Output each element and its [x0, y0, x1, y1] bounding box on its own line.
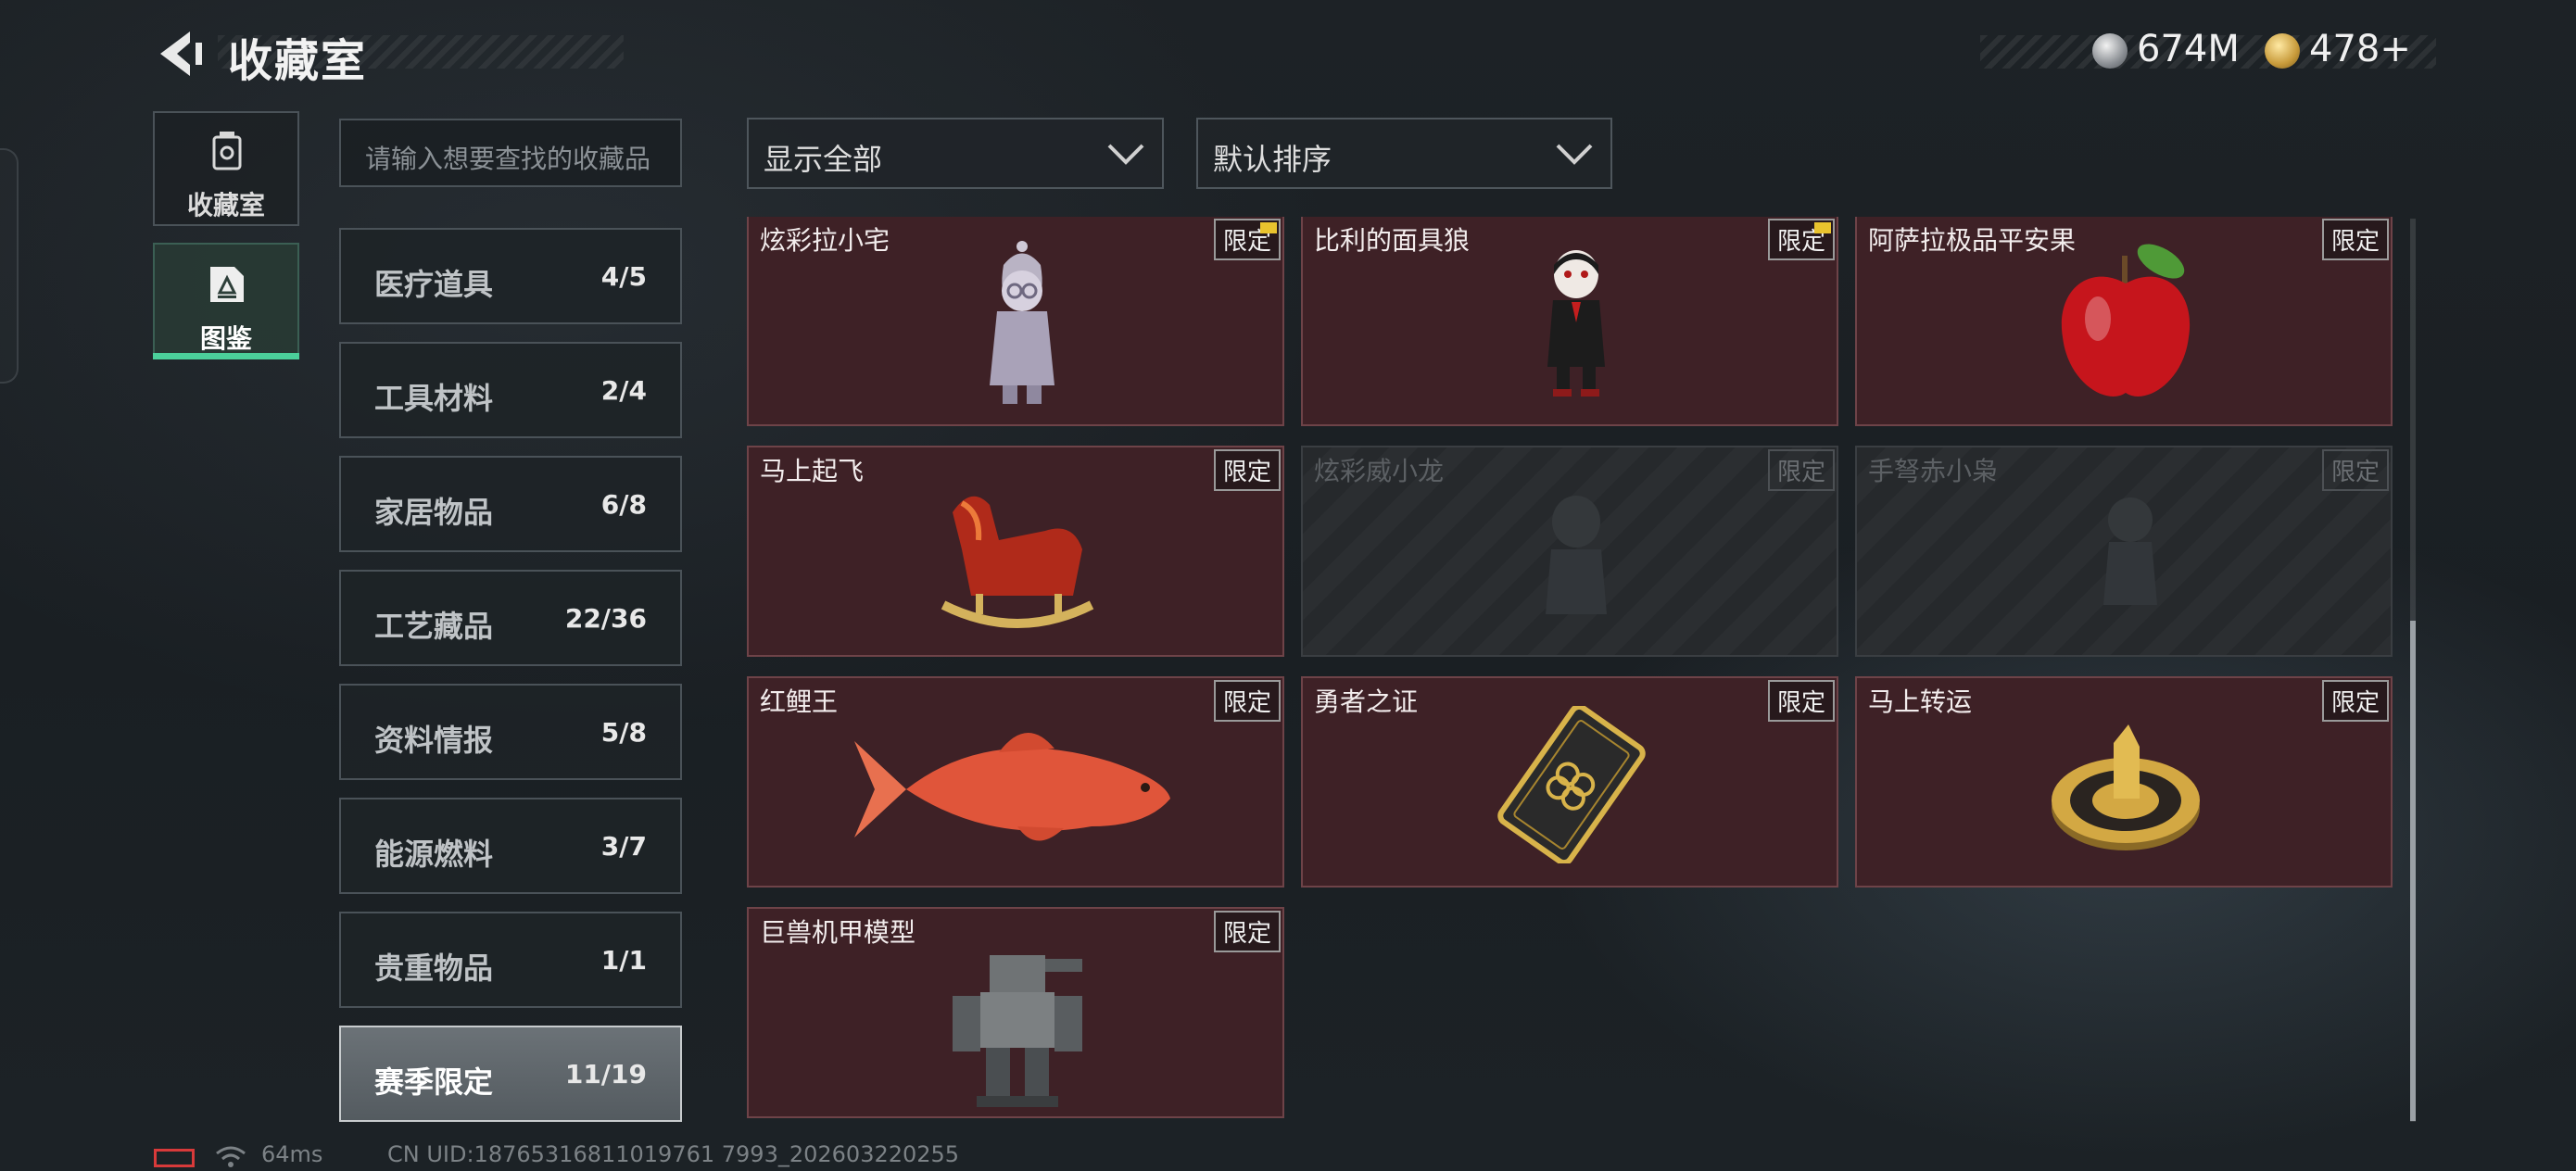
item-card-locked[interactable]: 手弩赤小枭 限定 [1855, 446, 2393, 657]
limited-badge: 限定 [1213, 911, 1281, 952]
category-item-crafts[interactable]: 工艺藏品 22/36 [339, 570, 682, 666]
category-item-household[interactable]: 家居物品 6/8 [339, 456, 682, 552]
tab-collection-room[interactable]: 收藏室 [153, 111, 299, 226]
item-card-locked[interactable]: 炫彩威小龙 限定 [1301, 446, 1838, 657]
filter-dropdown[interactable]: 显示全部 [747, 118, 1164, 189]
limited-badge: 限定 [2321, 219, 2389, 260]
sort-dropdown-value: 默认排序 [1213, 142, 1332, 177]
item-card[interactable]: 炫彩拉小宅 限定 [747, 217, 1284, 426]
item-card[interactable]: 巨兽机甲模型 限定 [747, 907, 1284, 1118]
item-card[interactable]: 阿萨拉极品平安果 限定 [1855, 217, 2393, 426]
category-name: 工具材料 [374, 381, 494, 416]
item-name: 手弩赤小枭 [1868, 456, 1999, 486]
category-item-energy[interactable]: 能源燃料 3/7 [339, 798, 682, 894]
category-count: 4/5 [600, 261, 647, 292]
category-count: 5/8 [600, 717, 647, 748]
limited-badge: 限定 [1767, 449, 1835, 491]
new-indicator [1260, 222, 1277, 233]
scrollbar-thumb[interactable] [2410, 621, 2416, 1121]
category-count: 22/36 [564, 603, 647, 634]
limited-badge: 限定 [1213, 680, 1281, 722]
category-name: 医疗道具 [374, 267, 494, 302]
category-item-valuables[interactable]: 贵重物品 1/1 [339, 912, 682, 1008]
codex-icon [210, 267, 244, 302]
item-name: 红鲤王 [760, 686, 839, 717]
sort-dropdown[interactable]: 默认排序 [1196, 118, 1612, 189]
uid-readout: CN UID:18765316811019761 7993_2026032202… [387, 1141, 960, 1167]
owl-figurine-icon [2103, 497, 2157, 605]
item-name: 马上起飞 [760, 456, 865, 486]
item-name: 勇者之证 [1314, 686, 1419, 717]
item-card[interactable]: 马上转运 限定 [1855, 676, 2393, 888]
wifi-icon [216, 1146, 246, 1167]
category-name: 资料情报 [374, 723, 494, 758]
category-count: 6/8 [600, 489, 647, 520]
chevron-down-icon [1107, 144, 1144, 165]
item-grid: 炫彩拉小宅 限定 比利的面具狼 限定 阿萨拉极品平安果 限定 马上起飞 限定 炫… [747, 217, 2396, 1119]
red-carp-icon [854, 732, 1170, 841]
dragon-figurine-icon [1546, 496, 1607, 614]
back-button[interactable] [153, 26, 208, 82]
trash-can-icon [212, 132, 242, 170]
chevron-left-icon [160, 31, 202, 76]
item-card[interactable]: 勇者之证 限定 [1301, 676, 1838, 888]
category-item-tools[interactable]: 工具材料 2/4 [339, 342, 682, 438]
gold-medallion-icon [2052, 724, 2200, 850]
tab-atlas-label: 图鉴 [199, 323, 252, 354]
limited-badge: 限定 [1767, 680, 1835, 722]
limited-badge: 限定 [2321, 680, 2389, 722]
gold-amount: 478+ [2309, 28, 2411, 70]
limited-badge: 限定 [1213, 449, 1281, 491]
category-item-intel[interactable]: 资料情报 5/8 [339, 684, 682, 780]
hooded-figurine-icon [990, 241, 1054, 404]
tab-atlas[interactable]: 图鉴 [153, 243, 299, 359]
item-name: 比利的面具狼 [1314, 225, 1471, 256]
mech-model-icon [953, 955, 1082, 1107]
page-title: 收藏室 [228, 35, 368, 87]
item-name: 炫彩威小龙 [1314, 456, 1445, 486]
category-name: 赛季限定 [374, 1064, 494, 1100]
gold-card-icon [1497, 706, 1646, 863]
new-indicator [1814, 222, 1831, 233]
search-input[interactable]: 请输入想要查找的收藏品 [339, 119, 682, 187]
silver-coin-icon [2092, 33, 2128, 69]
category-name: 能源燃料 [374, 837, 494, 872]
category-count: 11/19 [564, 1059, 647, 1089]
item-card[interactable]: 马上起飞 限定 [747, 446, 1284, 657]
red-apple-icon [2061, 244, 2191, 397]
rocking-horse-icon [941, 496, 1094, 628]
category-name: 工艺藏品 [374, 609, 494, 644]
gold-coin-icon [2265, 33, 2300, 69]
category-count: 1/1 [600, 945, 647, 976]
item-name: 阿萨拉极品平安果 [1868, 225, 2077, 256]
limited-badge: 限定 [2321, 449, 2389, 491]
chevron-down-icon [1556, 144, 1593, 165]
tab-collection-label: 收藏室 [186, 190, 265, 220]
category-item-season-limited[interactable]: 赛季限定 11/19 [339, 1026, 682, 1122]
item-card[interactable]: 比利的面具狼 限定 [1301, 217, 1838, 426]
side-drawer-handle[interactable] [0, 148, 19, 384]
item-name: 巨兽机甲模型 [760, 917, 916, 948]
category-name: 贵重物品 [374, 951, 494, 986]
item-name: 炫彩拉小宅 [760, 225, 890, 256]
silver-amount: 674M [2137, 28, 2240, 70]
category-count: 2/4 [600, 375, 647, 406]
puppet-doll-icon [1547, 250, 1605, 397]
category-item-medical[interactable]: 医疗道具 4/5 [339, 228, 682, 324]
item-card[interactable]: 红鲤王 限定 [747, 676, 1284, 888]
category-name: 家居物品 [374, 495, 494, 530]
item-name: 马上转运 [1868, 686, 1973, 717]
ping-readout: 64ms [261, 1141, 323, 1167]
category-count: 3/7 [600, 831, 647, 862]
filter-dropdown-value: 显示全部 [764, 142, 883, 177]
battery-low-icon [154, 1149, 195, 1167]
active-tab-indicator [153, 353, 299, 359]
